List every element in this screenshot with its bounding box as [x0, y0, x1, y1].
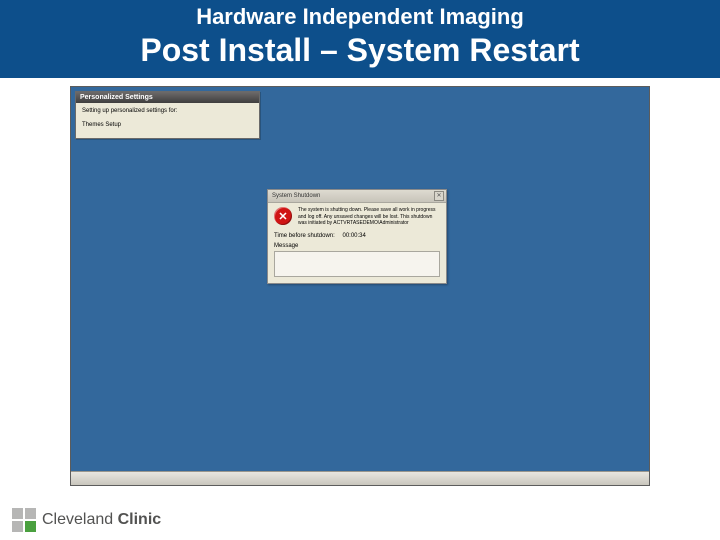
- countdown-label: Time before shutdown:: [274, 233, 335, 239]
- personalized-settings-titlebar: Personalized Settings: [76, 92, 259, 103]
- error-icon: ✕: [274, 207, 292, 225]
- countdown-row: Time before shutdown: 00:00:34: [274, 233, 440, 239]
- footer-brand-1: Cleveland: [42, 511, 113, 528]
- personalized-settings-line2: Themes Setup: [82, 121, 253, 129]
- cleveland-clinic-logo-icon: [12, 508, 36, 532]
- message-label: Message: [274, 243, 440, 249]
- system-shutdown-dialog: System Shutdown ✕ ✕ The system is shutti…: [267, 189, 447, 284]
- shutdown-body: ✕ The system is shutting down. Please sa…: [268, 203, 446, 283]
- personalized-settings-body: Setting up personalized settings for: Th…: [76, 103, 259, 138]
- desktop-background: Personalized Settings Setting up persona…: [71, 87, 649, 485]
- personalized-settings-window: Personalized Settings Setting up persona…: [75, 91, 260, 139]
- logo-square: [25, 508, 36, 519]
- personalized-settings-line1: Setting up personalized settings for:: [82, 107, 253, 115]
- logo-square-accent: [25, 521, 36, 532]
- footer-brand-2: Clinic: [118, 511, 162, 528]
- shutdown-titlebar: System Shutdown ✕: [268, 190, 446, 203]
- logo-square: [12, 508, 23, 519]
- slide-title: Hardware Independent Imaging: [0, 4, 720, 30]
- shutdown-top-row: ✕ The system is shutting down. Please sa…: [274, 207, 440, 227]
- logo-square: [12, 521, 23, 532]
- shutdown-title: System Shutdown: [272, 193, 320, 199]
- countdown-value: 00:00:34: [342, 233, 365, 239]
- slide-header: Hardware Independent Imaging Post Instal…: [0, 0, 720, 78]
- message-textbox[interactable]: [274, 251, 440, 277]
- footer-text: Cleveland Clinic: [42, 511, 161, 529]
- slide-subtitle: Post Install – System Restart: [0, 32, 720, 69]
- footer-brand: Cleveland Clinic: [12, 508, 161, 532]
- taskbar[interactable]: [71, 471, 649, 485]
- error-glyph: ✕: [278, 210, 287, 223]
- close-button[interactable]: ✕: [434, 191, 444, 201]
- shutdown-message: The system is shutting down. Please save…: [298, 207, 440, 227]
- close-icon: ✕: [436, 193, 441, 199]
- screenshot-frame: Personalized Settings Setting up persona…: [70, 86, 650, 486]
